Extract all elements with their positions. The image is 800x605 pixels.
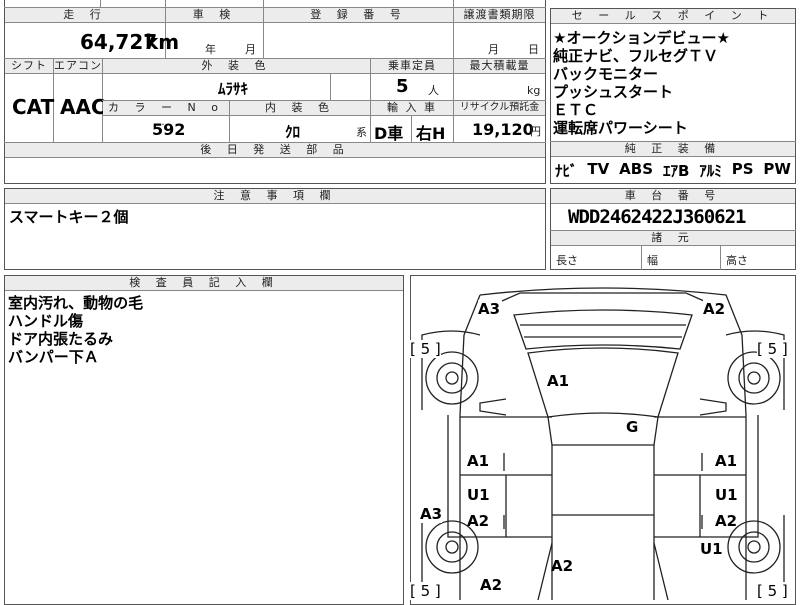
damage-mark: U1 [467, 486, 490, 504]
recycle-fee-header: リサイクル預託金 [454, 101, 545, 116]
tire-depth-rear-right: [ 5 ] [757, 582, 788, 600]
interior-color-header: 内 装 色 [230, 101, 370, 116]
car-diagram [421, 287, 785, 600]
import-car-header: 輸 入 車 [371, 101, 453, 116]
damage-mark: A2 [551, 557, 574, 575]
equipment-item: ﾅﾋﾞ [555, 162, 578, 180]
recycle-fee-unit: 円 [530, 125, 541, 138]
damage-mark: A2 [715, 512, 738, 530]
chassis-number-header: 車 台 番 号 [551, 189, 795, 204]
damage-mark: A2 [703, 300, 726, 318]
exterior-color-header: 外 装 色 [103, 59, 370, 74]
registration-header: 登 録 番 号 [264, 8, 453, 23]
caution-text: スマートキー２個 [9, 208, 129, 226]
capacity-unit: 人 [428, 84, 439, 97]
tire-depth-front-right: [ 5 ] [757, 340, 788, 358]
damage-mark: A3 [420, 505, 443, 523]
max-load-unit: kg [527, 84, 541, 97]
inspector-note: ドア内張たるみ [8, 330, 114, 348]
inspection-header: 車 検 [166, 8, 263, 23]
sales-point: 純正ナビ、フルセグＴＶ [553, 47, 719, 65]
max-load-header: 最大積載量 [454, 59, 545, 74]
equipment-item: TV [587, 160, 610, 178]
recycle-fee-value: 19,120 [472, 120, 534, 139]
equipment-item: ｴｱB [662, 162, 690, 180]
capacity-header: 乗車定員 [371, 59, 453, 74]
transfer-deadline-header: 譲渡書類期限 [454, 8, 545, 23]
damage-mark: A1 [547, 372, 570, 390]
equipment-item: ｱﾙﾐ [699, 162, 722, 180]
interior-color-suffix: 系 [356, 126, 367, 139]
color-no-value: 592 [152, 120, 186, 139]
sales-point: ＥＴＣ [553, 101, 599, 119]
inspection-month: 月 [245, 43, 256, 56]
exterior-color-value: ﾑﾗｻｷ [218, 80, 249, 98]
inspector-notes-header: 検 査 員 記 入 欄 [5, 276, 403, 291]
factory-equipment-header: 純 正 装 備 [551, 142, 795, 157]
capacity-value: 5 [396, 76, 409, 97]
equipment-item: PW [763, 160, 791, 178]
chassis-number: WDD2462422J360621 [568, 206, 746, 228]
sales-point: バックモニター [553, 65, 659, 83]
tire-depth-front-left: [ 5 ] [410, 340, 441, 358]
mileage-unit: km [145, 30, 180, 54]
inspector-note: バンパー下Ａ [8, 348, 99, 366]
damage-mark: A2 [480, 576, 503, 594]
damage-mark: U1 [700, 540, 723, 558]
ac-value: AAC [60, 95, 106, 119]
interior-color-value: ｸﾛ [285, 123, 301, 141]
inspector-note: ハンドル傷 [8, 312, 84, 330]
tire-depth-rear-left: [ 5 ] [410, 582, 441, 600]
import-car-value: D車 [374, 124, 404, 143]
equipment-item: PS [731, 160, 754, 178]
sales-points-header: セ ー ル ス ポ イ ン ト [551, 9, 795, 24]
shift-header: シフト [5, 59, 53, 74]
mileage-header: 走 行 [5, 8, 165, 23]
inspector-note: 室内汚れ、動物の毛 [8, 294, 144, 312]
sales-points-list: ★オークションデビュー★ 純正ナビ、フルセグＴＶ バックモニター プッシュスター… [553, 29, 793, 137]
steering-value: 右H [416, 124, 446, 143]
damage-mark: G [626, 418, 639, 436]
damage-mark: A1 [715, 452, 738, 470]
transfer-month: 月 [488, 43, 499, 56]
damage-mark: A1 [467, 452, 490, 470]
parts-to-follow-header: 後 日 発 送 部 品 [5, 143, 545, 158]
inspection-year: 年 [205, 43, 216, 56]
equipment-item: ABS [619, 160, 654, 178]
transfer-day: 日 [528, 43, 539, 56]
sales-point: プッシュスタート [553, 83, 674, 101]
dim-length: 長さ [556, 254, 578, 267]
dim-width: 幅 [647, 254, 658, 267]
damage-mark: A2 [467, 512, 490, 530]
dimensions-header: 諸 元 [551, 231, 795, 246]
dim-height: 高さ [726, 254, 748, 267]
ac-header: エアコン [54, 59, 102, 74]
inspector-notes-list: 室内汚れ、動物の毛 ハンドル傷 ドア内張たるみ バンパー下Ａ [8, 294, 143, 366]
shift-value: CAT [12, 95, 55, 119]
damage-mark: A3 [478, 300, 501, 318]
caution-header: 注 意 事 項 欄 [5, 189, 545, 204]
factory-equipment-list: ﾅﾋﾞ TV ABS ｴｱB ｱﾙﾐ PS PW [555, 160, 795, 180]
color-no-header: カ ラ ー N o . [103, 101, 229, 128]
sales-point: 運転席パワーシート [553, 119, 688, 137]
sales-point: ★オークションデビュー★ [553, 29, 730, 47]
damage-mark: U1 [715, 486, 738, 504]
